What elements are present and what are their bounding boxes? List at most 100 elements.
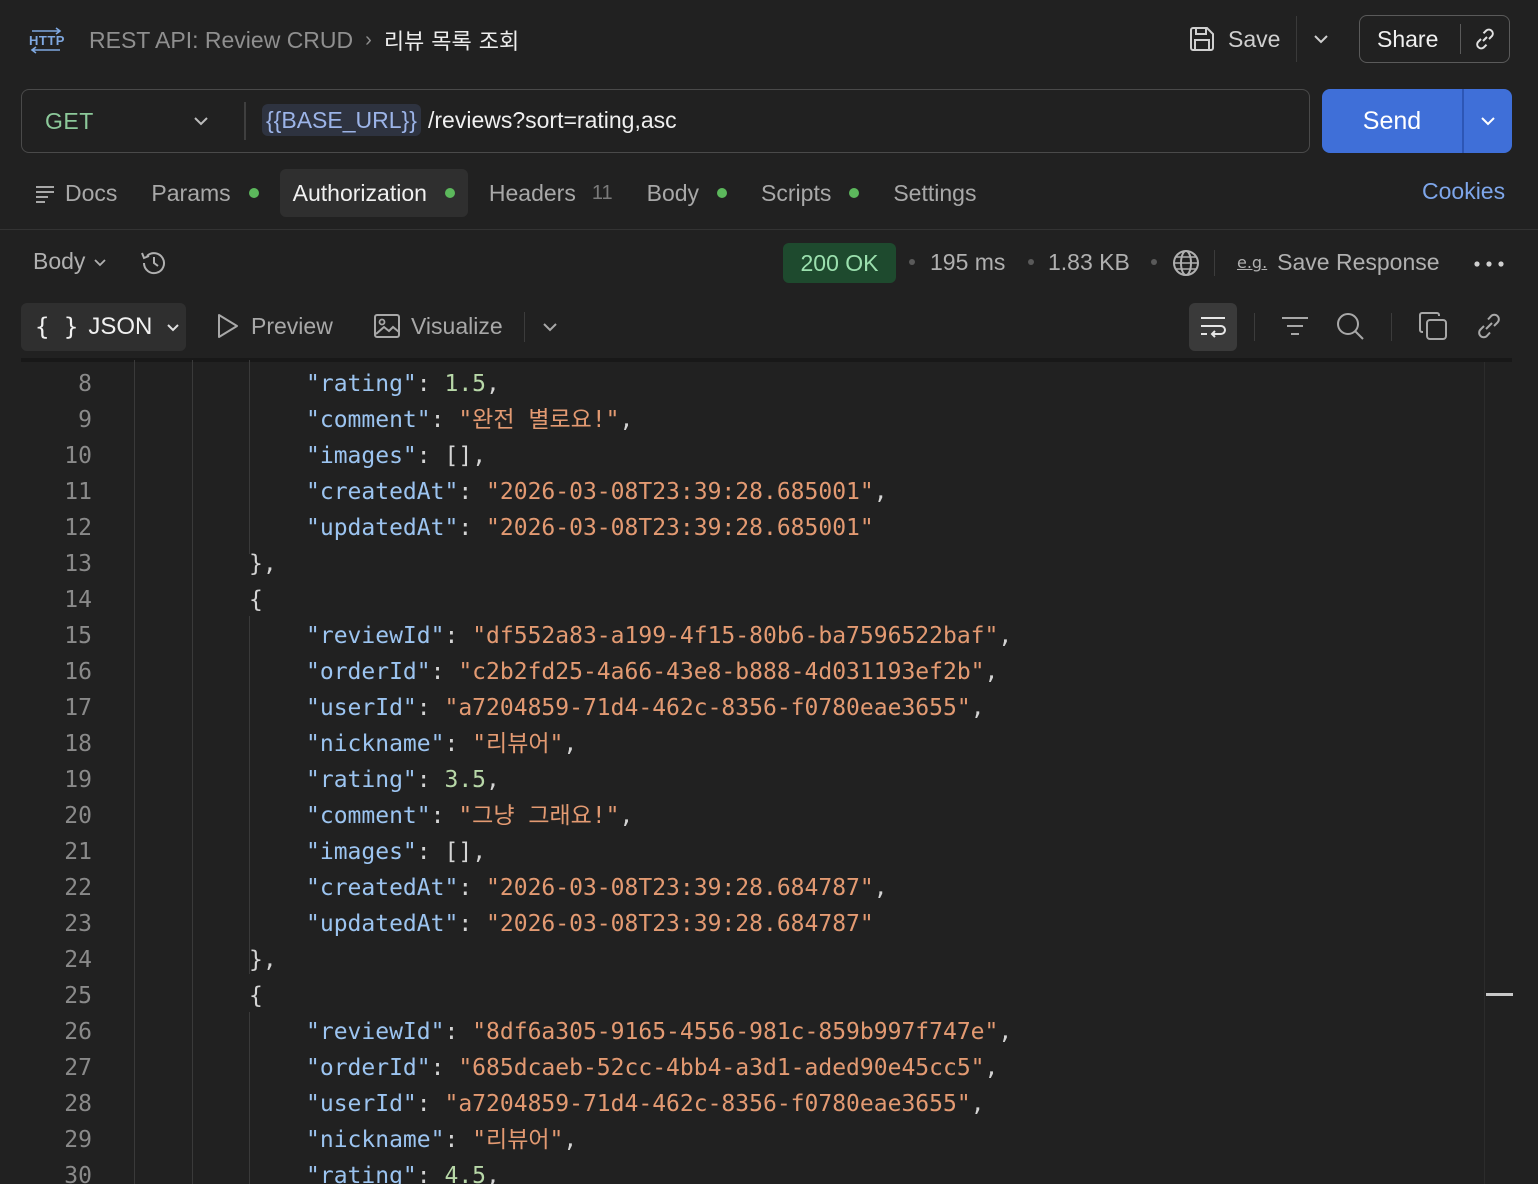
copy-link-icon[interactable] [1461, 16, 1509, 62]
url-bar: GET {{BASE_URL}} /reviews?sort=rating,as… [21, 89, 1310, 153]
tab-authorization[interactable]: Authorization [279, 169, 468, 217]
save-response-button[interactable]: e.g. Save Response [1237, 249, 1440, 276]
json-value: "2026-03-08T23:39:28.684787" [486, 911, 874, 937]
copy-icon[interactable] [1416, 309, 1450, 343]
response-size[interactable]: 1.83 KB [1048, 249, 1130, 276]
json-value: "2026-03-08T23:39:28.685001" [486, 479, 874, 505]
code-line: 26 "reviewId": "8df6a305-9165-4556-981c-8… [0, 1014, 1480, 1050]
json-value: "2026-03-08T23:39:28.684787" [486, 875, 874, 901]
braces-icon: { } [35, 313, 79, 341]
tab-params[interactable]: Params [138, 169, 271, 217]
cookies-link[interactable]: Cookies [1422, 178, 1505, 205]
play-icon [218, 314, 238, 338]
json-key: "updatedAt" [306, 911, 459, 937]
method-chevron-icon[interactable] [190, 110, 212, 132]
code-text: "nickname": "리뷰어", [306, 731, 578, 757]
save-icon [1190, 27, 1214, 51]
line-number: 14 [64, 587, 92, 613]
json-key: "images" [306, 443, 417, 469]
url-input[interactable]: /reviews?sort=rating,asc [428, 104, 677, 136]
url-variable[interactable]: {{BASE_URL}} [262, 104, 421, 136]
divider [1254, 313, 1255, 341]
http-icon: HTTP [29, 27, 64, 54]
line-number: 27 [64, 1055, 92, 1081]
json-response-viewer[interactable]: 8 "rating": 1.5, 9 "comment": "완전 별로요!", 10 "… [0, 360, 1538, 1184]
code-text: "userId": "a7204859-71d4-462c-8356-f0780… [306, 1091, 985, 1117]
svg-text:HTTP: HTTP [29, 33, 64, 48]
json-key: "createdAt" [306, 875, 459, 901]
line-number: 17 [64, 695, 92, 721]
save-options-chevron-icon[interactable] [1310, 28, 1332, 50]
code-text: { [249, 983, 263, 1009]
wrap-lines-button[interactable] [1189, 303, 1237, 351]
share-button[interactable]: Share [1359, 15, 1510, 63]
json-key: "userId" [306, 1091, 417, 1117]
tab-settings[interactable]: Settings [880, 169, 989, 217]
docs-icon [36, 186, 54, 203]
json-value: "df552a83-a199-4f15-80b6-ba7596522baf" [472, 623, 999, 649]
scrollbar-thumb[interactable] [1486, 993, 1513, 996]
line-number: 10 [64, 443, 92, 469]
status-badge[interactable]: 200 OK [783, 243, 896, 283]
json-key: "rating" [306, 767, 417, 793]
line-number: 20 [64, 803, 92, 829]
chevron-down-icon [167, 324, 180, 332]
request-title[interactable]: 리뷰 목록 조회 [384, 24, 519, 56]
preview-label: Preview [251, 312, 333, 339]
save-response-label: Save Response [1277, 249, 1440, 275]
preview-button[interactable]: Preview [213, 312, 333, 340]
response-view-label: Body [33, 248, 86, 274]
tab-scripts[interactable]: Scripts [748, 169, 872, 217]
json-value: "리뷰어" [472, 731, 564, 757]
tab-label: Docs [65, 179, 118, 206]
code-line: 12 "updatedAt": "2026-03-08T23:39:28.6850… [0, 510, 1480, 546]
code-line: 18 "nickname": "리뷰어", [0, 726, 1480, 762]
method-select[interactable]: GET [45, 108, 94, 135]
json-value: "2026-03-08T23:39:28.685001" [486, 515, 874, 541]
code-line: 16 "orderId": "c2b2fd25-4a66-43e8-b888-4d… [0, 654, 1480, 690]
send-button[interactable]: Send [1322, 89, 1512, 153]
tab-label: Body [646, 179, 700, 206]
breadcrumb-collection[interactable]: REST API: Review CRUD [89, 27, 353, 54]
code-line: 11 "createdAt": "2026-03-08T23:39:28.6850… [0, 474, 1480, 510]
code-text: }, [249, 551, 277, 577]
send-options-chevron-icon[interactable] [1464, 110, 1512, 132]
json-value: "a7204859-71d4-462c-8356-f0780eae3655" [444, 1091, 971, 1117]
filter-icon[interactable] [1278, 309, 1312, 343]
code-text: "createdAt": "2026-03-08T23:39:28.685001… [306, 479, 888, 505]
line-number: 12 [64, 515, 92, 541]
search-icon[interactable] [1333, 309, 1367, 343]
divider [0, 229, 1538, 230]
json-key: "images" [306, 839, 417, 865]
tab-headers[interactable]: Headers 11 [476, 169, 626, 217]
code-line: 10 "images": [], [0, 438, 1480, 474]
send-label: Send [1362, 106, 1422, 135]
code-text: "images": [], [306, 443, 487, 469]
visualize-chevron-icon[interactable] [540, 316, 560, 336]
line-number: 22 [64, 875, 92, 901]
line-number: 8 [78, 371, 92, 397]
visualize-button[interactable]: Visualize [373, 312, 503, 340]
response-view-select[interactable]: Body [33, 248, 109, 275]
json-value: 4.5 [444, 1163, 487, 1184]
tab-body[interactable]: Body [634, 169, 740, 217]
save-button[interactable]: Save [1188, 20, 1280, 58]
response-time[interactable]: 195 ms [930, 249, 1005, 276]
format-select[interactable]: { } JSON [21, 303, 186, 351]
json-value: "리뷰어" [472, 1127, 564, 1153]
history-icon[interactable] [138, 247, 170, 279]
tab-status-dot [717, 188, 728, 198]
link-icon[interactable] [1472, 309, 1506, 343]
json-value: 3.5 [444, 767, 487, 793]
tab-docs[interactable]: Docs [21, 169, 130, 217]
code-text: "createdAt": "2026-03-08T23:39:28.684787… [306, 875, 888, 901]
globe-icon[interactable] [1170, 247, 1202, 279]
scrollbar-track[interactable] [1484, 362, 1485, 1184]
more-options-icon[interactable] [1472, 254, 1506, 274]
line-number: 13 [64, 551, 92, 577]
code-text: "reviewId": "8df6a305-9165-4556-981c-859… [306, 1019, 1013, 1045]
line-number: 30 [64, 1163, 92, 1184]
json-key: "nickname" [306, 731, 445, 757]
code-line: 21 "images": [], [0, 834, 1480, 870]
json-key: "reviewId" [306, 623, 445, 649]
